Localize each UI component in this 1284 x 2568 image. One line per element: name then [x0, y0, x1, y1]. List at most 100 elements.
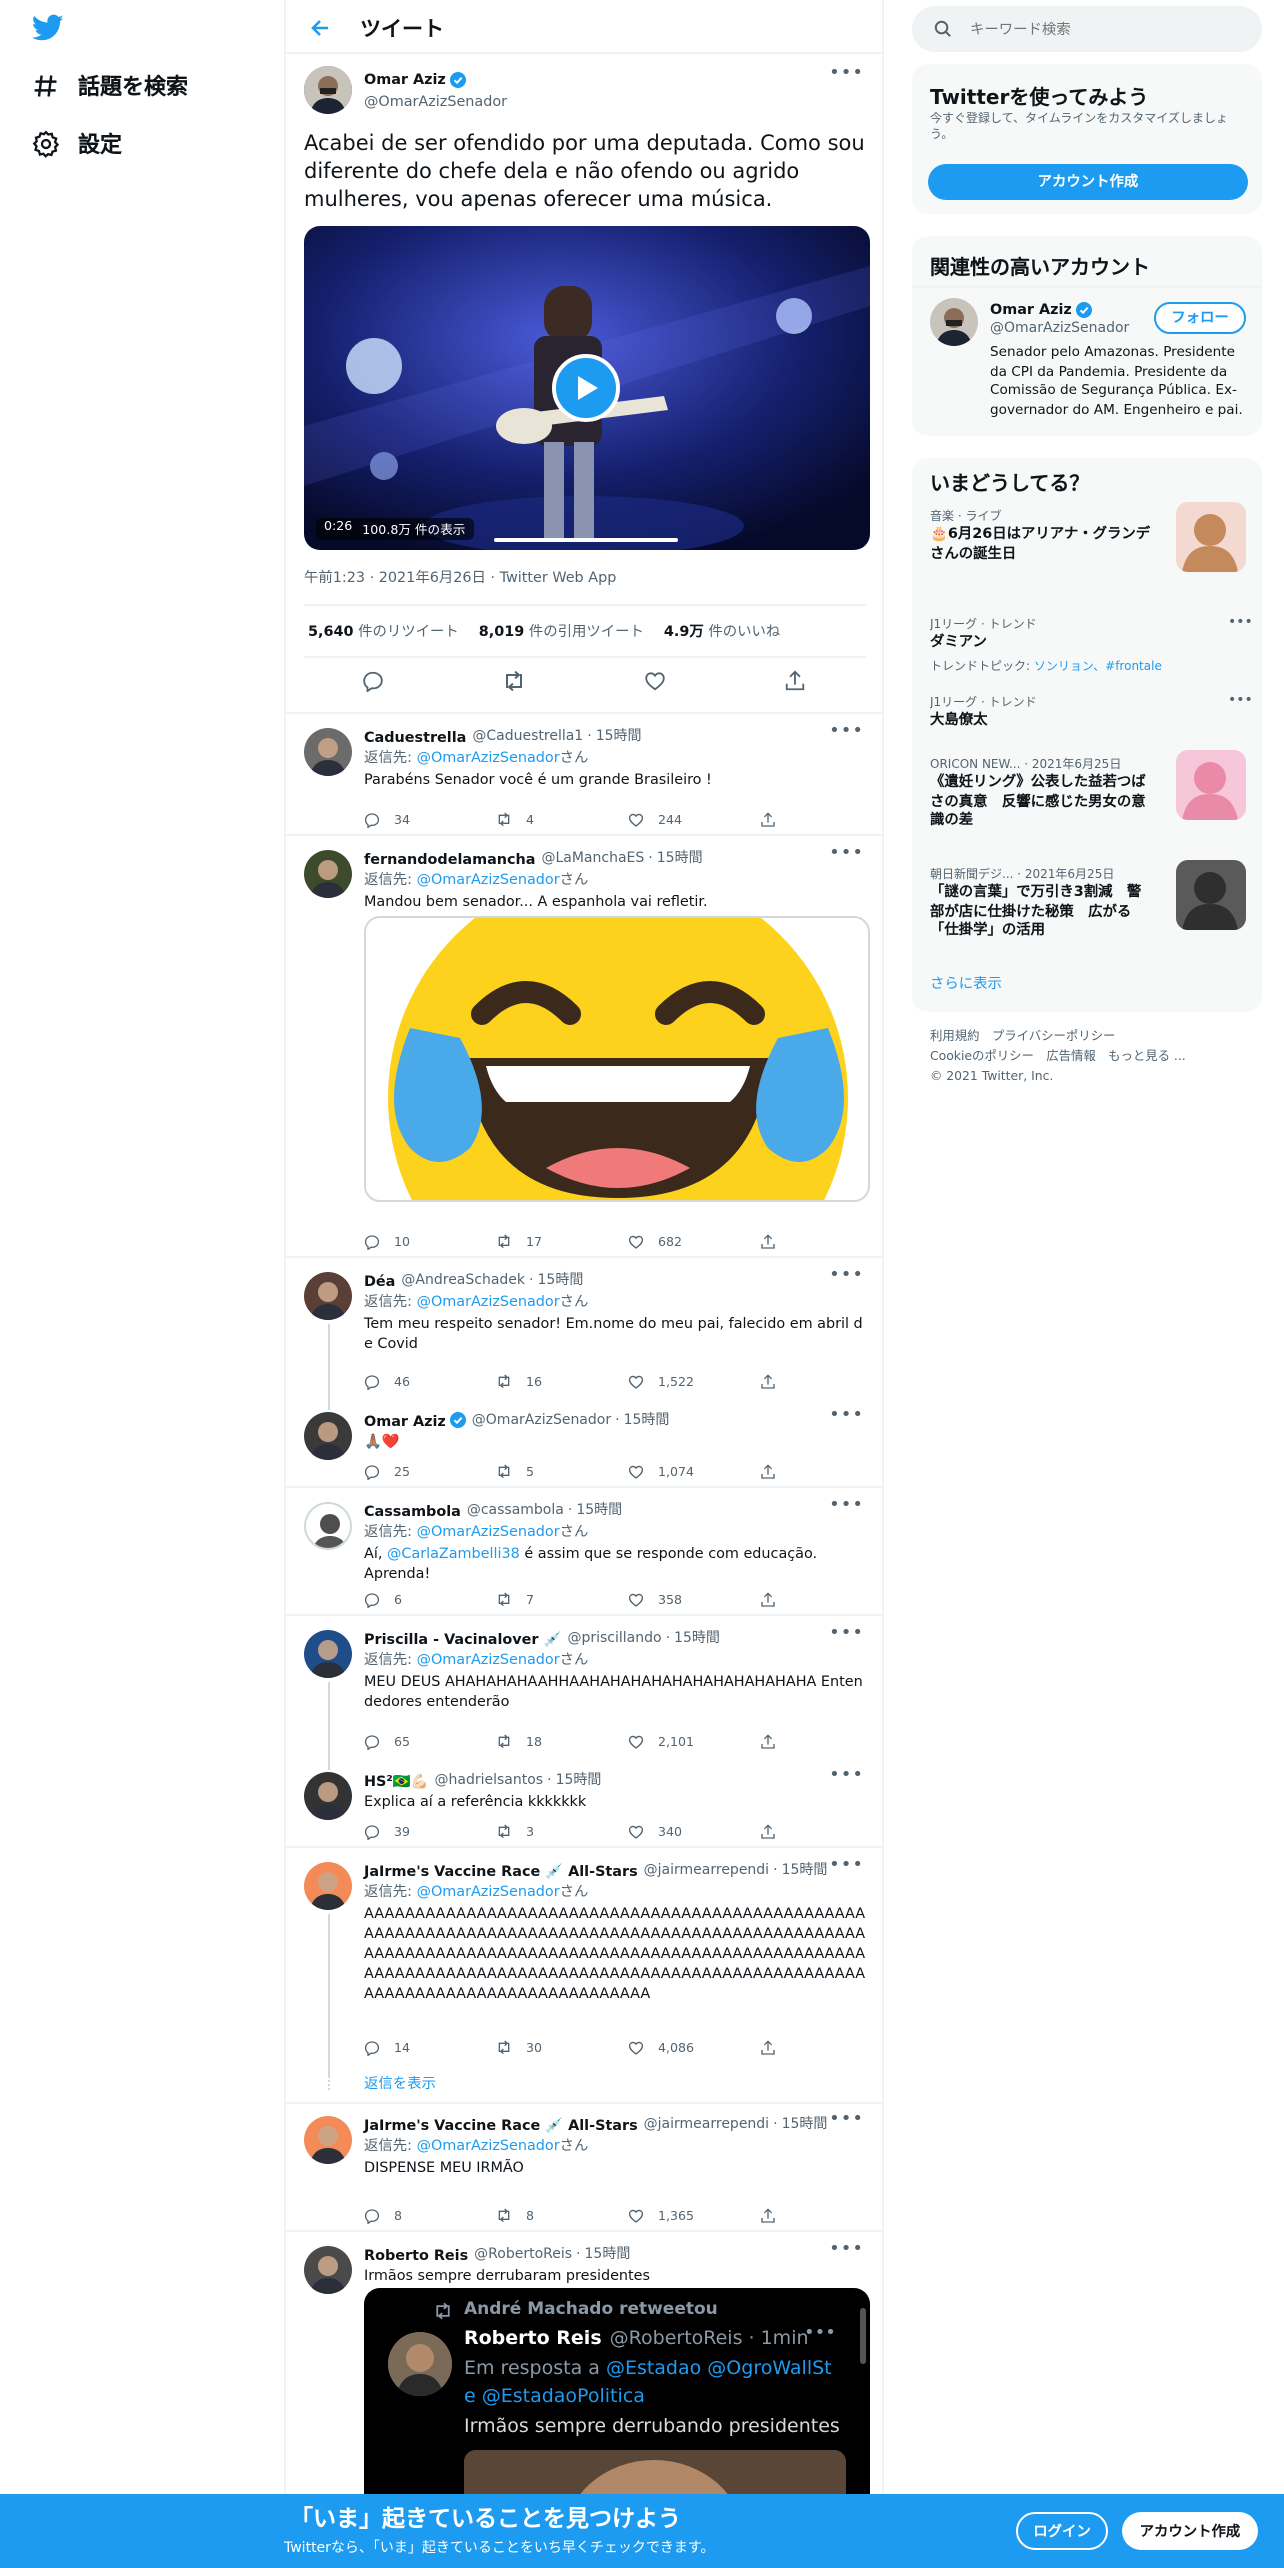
search-box[interactable]: [912, 6, 1262, 52]
reply-to-mention[interactable]: @OmarAzizSenador: [417, 1650, 560, 1668]
reply-author-name[interactable]: fernandodelamancha: [364, 849, 535, 867]
reply-button[interactable]: 65: [364, 1734, 496, 1750]
retweet-button[interactable]: 7: [496, 1592, 628, 1608]
bottom-signup-button[interactable]: アカウント作成: [1122, 2512, 1258, 2550]
avatar[interactable]: [304, 1772, 352, 1820]
more-icon[interactable]: •••: [829, 722, 864, 742]
avatar[interactable]: [304, 728, 352, 776]
reply-button[interactable]: 6: [364, 1592, 496, 1608]
reply-tweet[interactable]: HS²🇧🇷💪🏻 @hadrielsantos · 15時間 ••• Explica a…: [286, 1758, 884, 1848]
like-button[interactable]: 1,074: [628, 1464, 760, 1480]
reply-tweet[interactable]: JaIrme's Vaccine Race 💉 All-Stars @jairme…: [286, 1848, 884, 2102]
like-button[interactable]: 682: [628, 1234, 760, 1250]
avatar[interactable]: [304, 1630, 352, 1678]
reply-tweet[interactable]: Caduestrella @Caduestrella1 · 15時間 ••• 返信先:…: [286, 714, 884, 836]
reply-to-mention[interactable]: @OmarAzizSenador: [417, 1292, 560, 1310]
reply-author-handle[interactable]: @jairmearrependi: [644, 2116, 769, 2132]
reply-author-handle[interactable]: @OmarAzizSenador: [472, 1412, 611, 1428]
retweet-button[interactable]: 5: [496, 1464, 628, 1480]
back-arrow-icon[interactable]: [310, 18, 330, 38]
reply-button[interactable]: 46: [364, 1374, 496, 1390]
more-icon[interactable]: •••: [1228, 692, 1253, 708]
related-name[interactable]: Omar Aziz: [990, 300, 1072, 318]
reply-tweet[interactable]: Priscilla - Vacinalover 💉 @priscillando ·…: [286, 1616, 884, 1758]
retweet-button[interactable]: 3: [496, 1824, 628, 1840]
play-button[interactable]: [552, 354, 620, 422]
retweet-stat[interactable]: 5,640 件のリツイート: [308, 622, 459, 642]
share-icon[interactable]: [784, 670, 806, 692]
more-icon[interactable]: •••: [829, 64, 864, 84]
reply-to-mention[interactable]: @OmarAzizSenador: [417, 1522, 560, 1540]
reply-author-name[interactable]: Roberto Reis: [364, 2245, 468, 2263]
footer-links-1[interactable]: 利用規約 プライバシーポリシー: [930, 1028, 1186, 1048]
follow-button[interactable]: フォロー: [1154, 302, 1246, 334]
reply-author-handle[interactable]: @LaManchaES: [541, 850, 644, 866]
reply-author-name[interactable]: JaIrme's Vaccine Race 💉 All-Stars: [364, 1861, 638, 1879]
reply-to-mention[interactable]: @OmarAzizSenador: [417, 1882, 560, 1900]
reply-time[interactable]: 15時間: [782, 1860, 828, 1880]
retweet-button[interactable]: 30: [496, 2040, 628, 2056]
nav-explore[interactable]: 話題を検索: [32, 70, 188, 102]
reply-time[interactable]: 15時間: [585, 2244, 631, 2264]
avatar[interactable]: [304, 1862, 352, 1910]
like-button[interactable]: 4,086: [628, 2040, 760, 2056]
share-button[interactable]: [760, 1374, 892, 1390]
reply-mention[interactable]: @CarlaZambelli38: [387, 1544, 520, 1562]
reply-author-name[interactable]: Omar Aziz: [364, 1411, 446, 1429]
like-button[interactable]: 358: [628, 1592, 760, 1608]
more-icon[interactable]: •••: [829, 1766, 864, 1786]
show-more-link[interactable]: さらに表示: [930, 974, 1002, 994]
reply-button[interactable]: 39: [364, 1824, 496, 1840]
reply-time[interactable]: 15時間: [624, 1410, 670, 1430]
avatar[interactable]: [304, 2116, 352, 2164]
retweet-icon[interactable]: [502, 670, 526, 692]
author-name[interactable]: Omar Aziz: [364, 70, 446, 88]
reply-image[interactable]: [364, 916, 870, 1202]
create-account-button[interactable]: アカウント作成: [928, 164, 1248, 200]
like-button[interactable]: 1,365: [628, 2208, 760, 2224]
reply-time[interactable]: 15時間: [782, 2114, 828, 2134]
reply-author-handle[interactable]: @priscillando: [567, 1630, 661, 1646]
reply-author-handle[interactable]: @jairmearrependi: [644, 1862, 769, 1878]
reply-time[interactable]: 15時間: [674, 1628, 720, 1648]
avatar[interactable]: [304, 850, 352, 898]
more-icon[interactable]: •••: [829, 2110, 864, 2130]
author-handle[interactable]: @OmarAzizSenador: [364, 92, 507, 110]
show-replies-link[interactable]: 返信を表示: [364, 2074, 436, 2094]
reply-to-mention[interactable]: @OmarAzizSenador: [417, 2136, 560, 2154]
retweet-button[interactable]: 4: [496, 812, 628, 828]
share-button[interactable]: [760, 1464, 892, 1480]
like-button[interactable]: 1,522: [628, 1374, 760, 1390]
like-button[interactable]: 2,101: [628, 1734, 760, 1750]
more-icon[interactable]: •••: [829, 844, 864, 864]
retweet-button[interactable]: 8: [496, 2208, 628, 2224]
reply-author-handle[interactable]: @AndreaSchadek: [401, 1272, 525, 1288]
share-button[interactable]: [760, 1824, 892, 1840]
reply-author-name[interactable]: JaIrme's Vaccine Race 💉 All-Stars: [364, 2115, 638, 2133]
reply-tweet[interactable]: Omar Aziz @OmarAzizSenador · 15時間 ••• 🙏🏽❤️ 2…: [286, 1398, 884, 1488]
reply-button[interactable]: 14: [364, 2040, 496, 2056]
footer-links-2[interactable]: Cookieのポリシー 広告情報 もっと見る ...: [930, 1048, 1186, 1068]
login-button[interactable]: ログイン: [1016, 2512, 1108, 2550]
like-button[interactable]: 340: [628, 1824, 760, 1840]
trend-topics[interactable]: ソンリョン、#frontale: [1034, 660, 1162, 674]
reply-icon[interactable]: [362, 670, 384, 692]
reply-author-handle[interactable]: @cassambola: [467, 1502, 564, 1518]
video-player[interactable]: 0:26 100.8万 件の表示: [304, 226, 870, 550]
share-button[interactable]: [760, 2040, 892, 2056]
reply-author-name[interactable]: Déa: [364, 1271, 395, 1289]
reply-to-mention[interactable]: @OmarAzizSenador: [417, 870, 560, 888]
retweet-button[interactable]: 16: [496, 1374, 628, 1390]
reply-time[interactable]: 15時間: [576, 1500, 622, 1520]
nav-settings[interactable]: 設定: [32, 128, 122, 160]
reply-author-handle[interactable]: @Caduestrella1: [472, 728, 583, 744]
like-icon[interactable]: [644, 670, 666, 692]
reply-to-mention[interactable]: @OmarAzizSenador: [417, 748, 560, 766]
reply-button[interactable]: 10: [364, 1234, 496, 1250]
avatar[interactable]: [304, 2246, 352, 2294]
share-button[interactable]: [760, 2208, 892, 2224]
avatar[interactable]: [304, 1502, 352, 1550]
like-button[interactable]: 244: [628, 812, 760, 828]
share-button[interactable]: [760, 812, 892, 828]
reply-author-name[interactable]: HS²🇧🇷💪🏻: [364, 1771, 429, 1789]
